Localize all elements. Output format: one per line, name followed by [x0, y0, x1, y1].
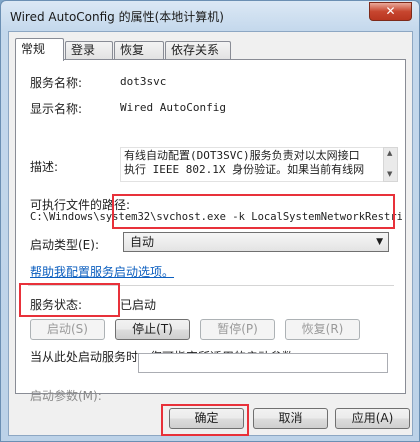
close-icon: ✕ [385, 4, 396, 18]
highlight-startup-type [112, 194, 395, 229]
properties-window: Wired AutoConfig 的属性(本地计算机) ✕ 常规 登录 恢复 依… [0, 0, 420, 442]
service-status-value: 已启动 [120, 298, 157, 312]
description-line-1: 有线自动配置(DOT3SVC)服务负责对以太网接口 [124, 149, 360, 162]
stop-button[interactable]: 停止(T) [115, 319, 190, 340]
chevron-down-icon: ▼ [376, 237, 383, 247]
dialog-client: 常规 登录 恢复 依存关系 服务名称: dot3svc 显示名称: Wired … [8, 31, 413, 436]
highlight-start-button [19, 283, 120, 317]
display-name-value: Wired AutoConfig [120, 101, 226, 114]
display-name-label: 显示名称: [30, 102, 83, 116]
start-params-label: 启动参数(M): [30, 389, 102, 403]
description-line-2: 执行 IEEE 802.1X 身份验证。如果当前有线网 [124, 163, 365, 176]
start-button[interactable]: 启动(S) [30, 319, 105, 340]
resume-button[interactable]: 恢复(R) [285, 319, 360, 340]
window-title: Wired AutoConfig 的属性(本地计算机) [10, 10, 224, 24]
service-name-label: 服务名称: [30, 76, 83, 90]
start-params-input[interactable] [138, 353, 388, 373]
tab-logon[interactable]: 登录 [65, 41, 113, 60]
title-bar[interactable]: Wired AutoConfig 的属性(本地计算机) ✕ [1, 1, 419, 29]
pause-button[interactable]: 暂停(P) [200, 319, 275, 340]
scroll-up-icon[interactable]: ▲ [387, 149, 392, 157]
tab-recovery[interactable]: 恢复 [114, 41, 164, 60]
tab-dependencies[interactable]: 依存关系 [165, 41, 231, 60]
close-button[interactable]: ✕ [369, 2, 412, 21]
startup-type-label: 启动类型(E): [30, 238, 99, 252]
description-box[interactable]: 有线自动配置(DOT3SVC)服务负责对以太网接口 执行 IEEE 802.1X… [120, 147, 384, 182]
scroll-down-icon[interactable]: ▼ [387, 170, 392, 178]
cancel-button[interactable]: 取消 [253, 408, 328, 429]
highlight-ok-button [161, 404, 249, 436]
service-name-value: dot3svc [120, 75, 167, 88]
help-link[interactable]: 帮助我配置服务启动选项。 [30, 263, 174, 280]
description-label: 描述: [30, 160, 59, 174]
startup-type-value: 自动 [130, 235, 155, 249]
tab-general[interactable]: 常规 [15, 38, 64, 61]
apply-button[interactable]: 应用(A) [335, 408, 410, 429]
startup-type-select[interactable]: 自动 ▼ [123, 232, 389, 252]
description-scrollbar[interactable]: ▲ ▼ [383, 147, 398, 182]
